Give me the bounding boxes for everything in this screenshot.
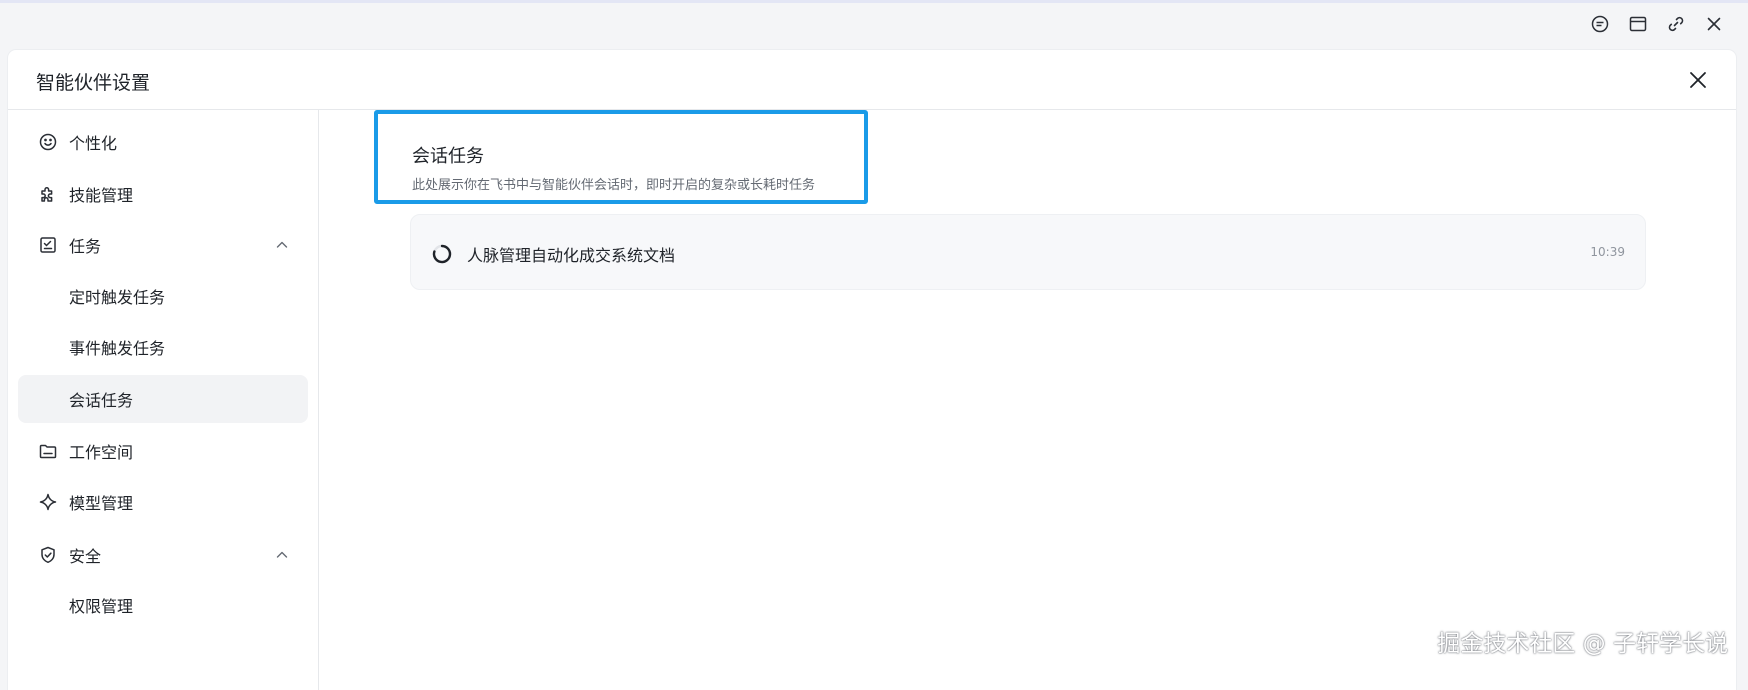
- panel-title: 智能伙伴设置: [36, 72, 151, 94]
- sidebar-item-tasks[interactable]: 任务: [18, 221, 308, 269]
- sidebar-item-personalization[interactable]: 个性化: [18, 118, 308, 166]
- sidebar-item-label: 任务: [69, 237, 102, 256]
- chat-icon[interactable]: [1589, 13, 1611, 35]
- checklist-icon: [38, 235, 58, 255]
- link-icon[interactable]: [1665, 13, 1687, 35]
- puzzle-icon: [38, 184, 58, 204]
- shield-icon: [38, 545, 58, 565]
- sidebar-item-permissions[interactable]: 权限管理: [18, 581, 308, 629]
- task-title: 人脉管理自动化成交系统文档: [467, 246, 676, 265]
- sidebar-item-session-tasks[interactable]: 会话任务: [18, 375, 308, 423]
- close-icon: [1690, 72, 1706, 88]
- sidebar-item-event-tasks[interactable]: 事件触发任务: [18, 323, 308, 371]
- chevron-up-icon[interactable]: [274, 547, 290, 563]
- window-icon[interactable]: [1627, 13, 1649, 35]
- task-row[interactable]: 人脉管理自动化成交系统文档 10:39: [410, 214, 1646, 290]
- loading-spinner-icon: [431, 243, 453, 265]
- chevron-up-icon[interactable]: [274, 237, 290, 253]
- sidebar-item-skills[interactable]: 技能管理: [18, 170, 308, 218]
- sidebar-item-label: 个性化: [69, 134, 118, 153]
- sidebar-item-label: 工作空间: [69, 443, 134, 462]
- panel-close-button[interactable]: [1684, 66, 1712, 94]
- section-title: 会话任务: [412, 146, 484, 167]
- sidebar: 个性化 技能管理 任务 定时触发任务 事件触发任务 会话任务 工作空间 模型管理…: [8, 110, 319, 690]
- sidebar-item-label: 技能管理: [69, 186, 134, 205]
- sidebar-item-scheduled-tasks[interactable]: 定时触发任务: [18, 272, 308, 320]
- section-description: 此处展示你在飞书中与智能伙伴会话时，即时开启的复杂或长耗时任务: [412, 178, 816, 193]
- sidebar-item-label: 模型管理: [69, 494, 134, 513]
- sidebar-item-workspace[interactable]: 工作空间: [18, 427, 308, 475]
- panel-header: 智能伙伴设置: [8, 50, 1736, 110]
- sidebar-item-label: 会话任务: [69, 391, 134, 410]
- sparkle-icon: [38, 492, 58, 512]
- sidebar-item-models[interactable]: 模型管理: [18, 478, 308, 526]
- window-toolbar: [0, 0, 1748, 48]
- task-time: 10:39: [1590, 245, 1625, 259]
- settings-panel: 智能伙伴设置 个性化 技能管理 任务 定时触发任务 事件触发任务 会话任务 工作…: [8, 50, 1736, 690]
- sidebar-item-label: 权限管理: [69, 597, 134, 616]
- session-tasks-header-card: 会话任务 此处展示你在飞书中与智能伙伴会话时，即时开启的复杂或长耗时任务: [374, 110, 868, 204]
- close-icon[interactable]: [1703, 13, 1725, 35]
- sidebar-item-security[interactable]: 安全: [18, 531, 308, 579]
- sidebar-item-label: 定时触发任务: [69, 288, 166, 307]
- sidebar-item-label: 安全: [69, 547, 102, 566]
- sidebar-item-label: 事件触发任务: [69, 339, 166, 358]
- smile-icon: [38, 132, 58, 152]
- watermark: 掘金技术社区 @ 子轩学长说: [1437, 631, 1728, 657]
- folder-icon: [38, 441, 58, 461]
